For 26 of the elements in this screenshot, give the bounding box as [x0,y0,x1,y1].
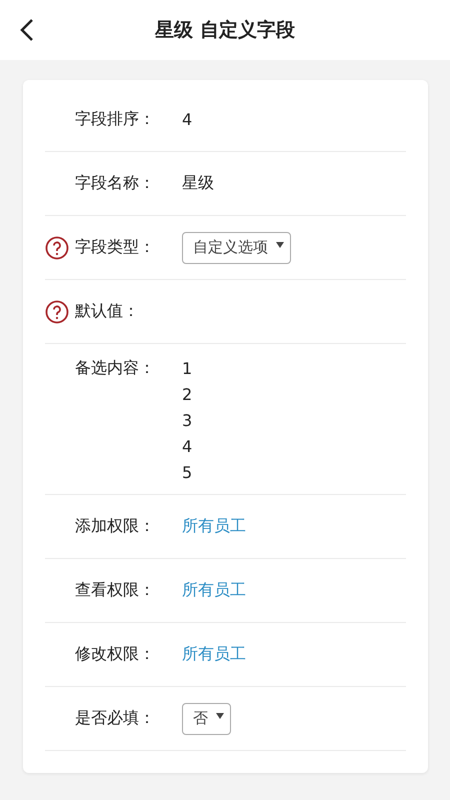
permission-link[interactable]: 所有员工 [182,644,246,665]
select-dropdown[interactable]: 自定义选项 [182,232,291,264]
permission-link[interactable]: 所有员工 [182,580,246,601]
caret-icon [216,712,224,718]
field-value: 4 [182,110,192,129]
field-label: 是否必填： [75,708,156,729]
help-icon[interactable] [45,300,69,324]
field-label: 字段名称： [75,173,156,194]
field-label: 查看权限： [75,580,156,601]
field-value: 星级 [182,173,214,194]
field-label: 默认值： [75,301,140,322]
page-title: 星级 自定义字段 [155,18,295,43]
option-item: 4 [182,436,192,458]
help-icon[interactable] [45,236,69,260]
field-label: 添加权限： [75,516,156,537]
option-item: 2 [182,384,192,406]
option-item: 5 [182,462,192,484]
caret-icon [276,242,284,248]
permission-link[interactable]: 所有员工 [182,516,246,537]
field-label: 备选内容： [75,358,156,379]
field-label: 字段类型： [75,237,156,258]
field-label: 修改权限： [75,644,156,665]
option-item: 3 [182,410,192,432]
select-dropdown[interactable]: 否 [182,702,231,734]
field-label: 字段排序： [75,109,156,130]
option-item: 1 [182,358,192,380]
